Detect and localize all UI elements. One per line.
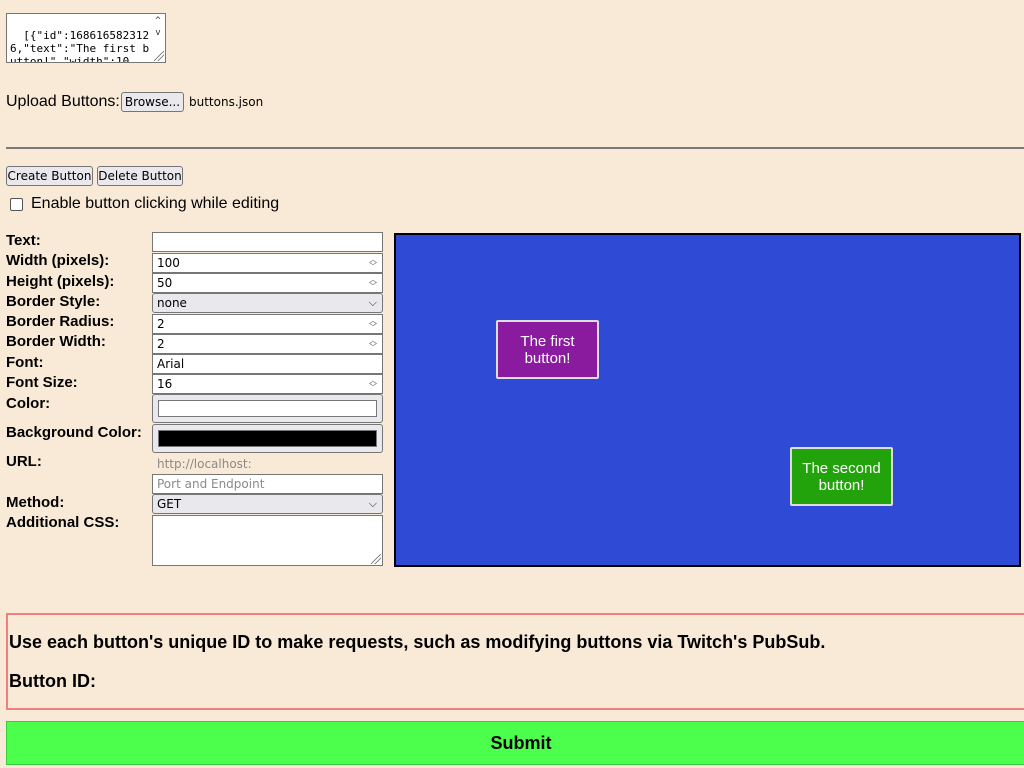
url-endpoint-placeholder: Port and Endpoint xyxy=(157,477,265,491)
border-width-input[interactable]: 2 ︿ ﹀ xyxy=(152,334,383,354)
create-button[interactable]: Create Button xyxy=(6,166,93,186)
upload-buttons-label: Upload Buttons: xyxy=(6,93,120,110)
border-style-select[interactable]: none ⌵ xyxy=(152,293,383,313)
url-endpoint-input[interactable]: Port and Endpoint xyxy=(152,474,383,494)
info-text: Use each button's unique ID to make requ… xyxy=(9,632,826,652)
chevron-down-icon: ⌵ xyxy=(368,497,377,510)
background-color-label: Background Color: xyxy=(6,424,142,441)
selected-filename: buttons.json xyxy=(189,95,264,109)
method-value: GET xyxy=(157,497,182,511)
spinner-icon[interactable]: ︿ ﹀ xyxy=(367,317,379,332)
font-size-label: Font Size: xyxy=(6,374,78,391)
url-label: URL: xyxy=(6,453,42,470)
canvas-button-label: The first button! xyxy=(520,332,575,367)
height-input[interactable]: 50 ︿ ﹀ xyxy=(152,273,383,293)
color-swatch xyxy=(158,400,377,417)
enable-clicking-label: Enable button clicking while editing xyxy=(31,195,280,212)
url-prefix: http://localhost: xyxy=(157,457,252,471)
text-label: Text: xyxy=(6,232,41,249)
font-input-value: Arial xyxy=(157,357,185,371)
background-color-swatch xyxy=(158,430,377,447)
button-canvas[interactable]: The first button! The second button! xyxy=(394,233,1021,567)
buttons-json-textarea[interactable]: [{"id":1686165823126,"text":"The first b… xyxy=(6,13,166,63)
button-id-label: Button ID: xyxy=(9,671,96,691)
info-panel xyxy=(6,613,1024,710)
height-label: Height (pixels): xyxy=(6,273,115,290)
font-label: Font: xyxy=(6,354,44,371)
border-width-label: Border Width: xyxy=(6,333,106,350)
method-label: Method: xyxy=(6,494,65,511)
canvas-button-second[interactable]: The second button! xyxy=(790,447,893,506)
additional-css-label: Additional CSS: xyxy=(6,514,120,531)
json-textarea-content: [{"id":1686165823126,"text":"The first b… xyxy=(10,29,150,63)
divider xyxy=(6,147,1024,149)
color-label: Color: xyxy=(6,395,51,412)
text-input[interactable] xyxy=(152,232,383,252)
browse-button[interactable]: Browse... xyxy=(121,92,184,112)
border-style-value: none xyxy=(157,296,187,310)
color-picker[interactable] xyxy=(152,394,383,423)
spinner-icon[interactable]: ︿ ﹀ xyxy=(367,256,379,271)
chevron-down-icon: ⌵ xyxy=(368,296,377,309)
spinner-icon[interactable]: ︿ ﹀ xyxy=(367,276,379,291)
enable-clicking-checkbox[interactable] xyxy=(10,198,23,211)
border-style-label: Border Style: xyxy=(6,293,101,310)
resize-grip-icon[interactable] xyxy=(154,51,164,61)
border-width-value: 2 xyxy=(157,337,165,351)
canvas-button-first[interactable]: The first button! xyxy=(496,320,599,379)
spinner-icon[interactable]: ︿ ﹀ xyxy=(367,377,379,392)
width-input[interactable]: 100 ︿ ﹀ xyxy=(152,253,383,273)
method-select[interactable]: GET ⌵ xyxy=(152,494,383,514)
font-size-input[interactable]: 16 ︿ ﹀ xyxy=(152,374,383,394)
additional-css-textarea[interactable] xyxy=(152,515,383,566)
border-radius-input[interactable]: 2 ︿ ﹀ xyxy=(152,314,383,334)
resize-grip-icon[interactable] xyxy=(371,554,381,564)
canvas-button-label: The second button! xyxy=(802,459,881,494)
spinner-icon[interactable]: ︿ ﹀ xyxy=(367,337,379,352)
width-label: Width (pixels): xyxy=(6,252,110,269)
delete-button[interactable]: Delete Button xyxy=(97,166,183,186)
background-color-picker[interactable] xyxy=(152,424,383,453)
submit-button[interactable]: Submit xyxy=(6,721,1024,765)
font-size-value: 16 xyxy=(157,377,173,391)
font-input[interactable]: Arial xyxy=(152,354,383,374)
border-radius-value: 2 xyxy=(157,317,165,331)
height-input-value: 50 xyxy=(157,276,173,290)
width-input-value: 100 xyxy=(157,256,180,270)
border-radius-label: Border Radius: xyxy=(6,313,115,330)
